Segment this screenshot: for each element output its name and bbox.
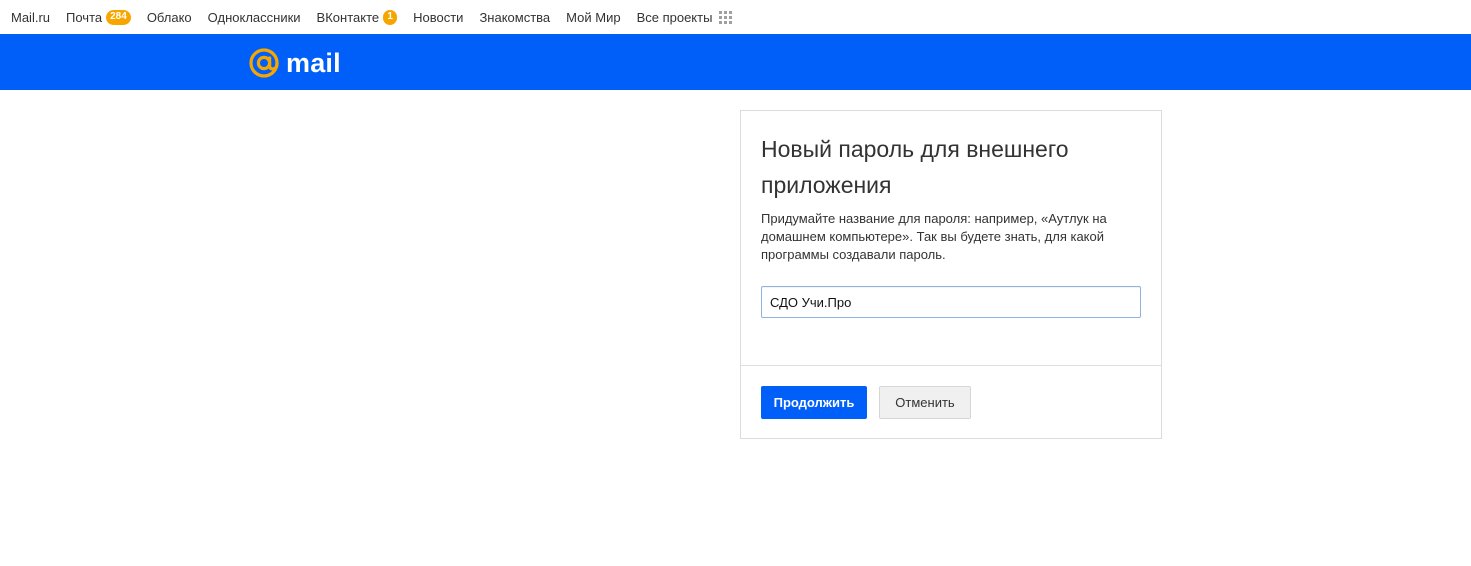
page-title: Новый пароль для внешнего приложения xyxy=(761,136,1069,198)
password-name-hint: Придумайте название для пароля: например… xyxy=(761,211,1107,262)
password-name-input[interactable] xyxy=(761,286,1141,318)
portal-link-vkontakte[interactable]: ВКонтакте 1 xyxy=(316,9,398,25)
portal-link-mailru[interactable]: Mail.ru xyxy=(11,10,50,25)
logo-wordmark: mail xyxy=(286,48,341,78)
portal-link-label: Облако xyxy=(146,9,192,25)
portal-link-odnoklassniki[interactable]: Одноклассники xyxy=(208,10,301,25)
portal-link-label: Одноклассники xyxy=(207,9,301,25)
portal-link-pochta[interactable]: Почта 284 xyxy=(66,9,131,25)
portal-link-label: Почта xyxy=(66,9,103,25)
portal-link-znakomstva[interactable]: Знакомства xyxy=(479,10,550,25)
portal-link-label: ВКонтакте xyxy=(316,9,380,25)
notification-count-badge: 1 xyxy=(383,9,398,25)
portal-link-label: Все проекты xyxy=(636,9,713,25)
unread-count-badge: 284 xyxy=(106,9,131,25)
portal-link-all-projects[interactable]: Все проекты xyxy=(637,10,733,25)
cancel-button[interactable]: Отменить xyxy=(879,386,971,419)
new-app-password-panel: Новый пароль для внешнего приложения При… xyxy=(740,110,1162,439)
continue-button[interactable]: Продолжить xyxy=(761,386,867,419)
portal-nav-bar: Mail.ru Почта 284 Облако Одноклассники В… xyxy=(0,0,1471,34)
portal-link-label: Знакомства xyxy=(479,9,551,25)
panel-divider xyxy=(741,365,1161,366)
portal-link-oblako[interactable]: Облако xyxy=(147,10,192,25)
portal-link-moy-mir[interactable]: Мой Мир xyxy=(566,10,620,25)
site-header: mail xyxy=(0,34,1471,90)
portal-link-novosti[interactable]: Новости xyxy=(413,10,463,25)
mail-logo[interactable]: mail xyxy=(248,46,341,80)
portal-link-label: Мой Мир xyxy=(566,9,621,25)
portal-link-label: Новости xyxy=(413,9,464,25)
portal-link-label: Mail.ru xyxy=(11,9,51,25)
at-sign-logo-icon xyxy=(249,48,279,78)
grid-icon xyxy=(719,10,733,24)
